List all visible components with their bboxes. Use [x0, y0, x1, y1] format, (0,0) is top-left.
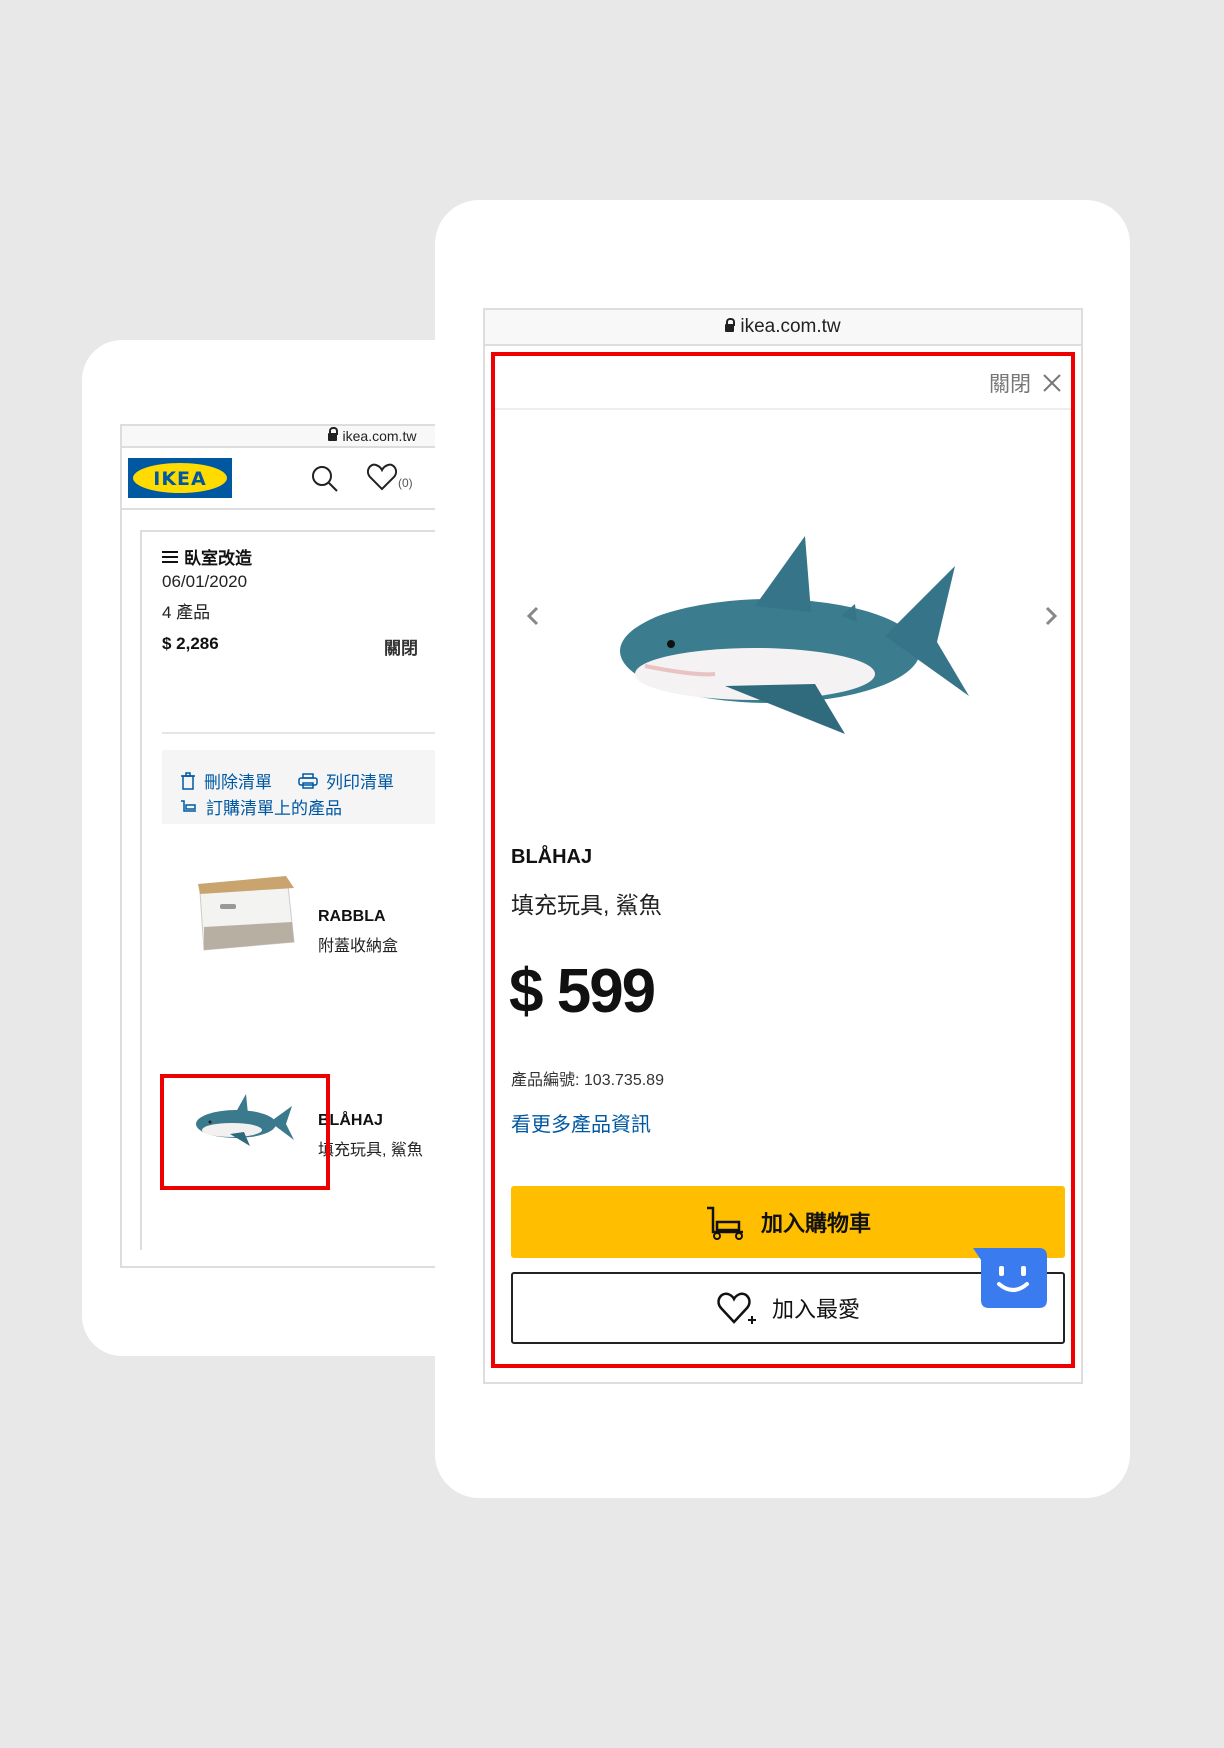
front-url-text: ikea.com.tw [740, 316, 841, 337]
product-name: BLÅHAJ [511, 846, 593, 868]
product-modal: 關閉 BLÅHAJ 填充玩具, 鯊魚 $ 599 產品編號: 103.735.8… [491, 352, 1075, 1368]
more-info-link[interactable]: 看更多產品資訊 [511, 1108, 651, 1137]
list-close-partial[interactable]: 關閉 [384, 634, 418, 659]
list-title[interactable]: 臥室改造 [162, 544, 252, 569]
add-to-favorites-label: 加入最愛 [771, 1297, 860, 1322]
list-date: 06/01/2020 [162, 572, 248, 591]
product-description: 填充玩具, 鯊魚 [511, 892, 662, 918]
front-screen: ikea.com.tw 關閉 BLÅHAJ 填充玩具, 鯊魚 $ 599 產品編… [483, 308, 1083, 1384]
heart-icon[interactable] [366, 462, 398, 492]
lock-icon [725, 318, 736, 332]
add-to-cart-label: 加入購物車 [760, 1211, 871, 1236]
ikea-logo[interactable]: IKEA [128, 458, 232, 498]
front-url-bar[interactable]: ikea.com.tw [485, 310, 1081, 346]
product-price: $ 599 [509, 957, 656, 1026]
favorites-count: (0) [398, 476, 413, 490]
delete-list-button[interactable]: 刪除清單 [180, 768, 272, 793]
highlight-frame [160, 1074, 330, 1190]
modal-header: 關閉 [495, 356, 1071, 410]
heart-plus-icon [717, 1292, 756, 1324]
print-list-button[interactable]: 列印清單 [298, 768, 394, 793]
search-icon[interactable] [310, 464, 340, 494]
product-name: RABBLA [318, 908, 386, 925]
trash-icon [181, 771, 195, 790]
list-icon [162, 548, 178, 566]
chevron-right-icon[interactable] [1043, 604, 1059, 628]
chat-smile-icon [973, 1248, 1047, 1308]
rabbla-image[interactable] [194, 872, 300, 958]
chevron-left-icon[interactable] [525, 604, 541, 628]
list-count: 4 產品 [162, 603, 211, 622]
front-tablet: ikea.com.tw 關閉 BLÅHAJ 填充玩具, 鯊魚 $ 599 產品編… [435, 200, 1130, 1498]
list-total: $ 2,286 [162, 634, 219, 653]
back-url-text: ikea.com.tw [342, 428, 417, 444]
product-desc: 填充玩具, 鯊魚 [318, 1142, 423, 1159]
order-list-button[interactable]: 訂購清單上的產品 [180, 794, 342, 819]
close-label[interactable]: 關閉 [989, 368, 1031, 398]
cart-icon [181, 799, 196, 812]
chat-bot-button[interactable] [973, 1246, 1047, 1308]
cart-icon [706, 1206, 743, 1240]
product-image[interactable] [605, 526, 975, 751]
article-number: 產品編號: 103.735.89 [511, 1072, 664, 1089]
product-desc: 附蓋收納盒 [318, 938, 399, 955]
lock-icon [327, 427, 338, 441]
printer-icon [298, 772, 318, 789]
close-icon[interactable] [1041, 372, 1063, 394]
